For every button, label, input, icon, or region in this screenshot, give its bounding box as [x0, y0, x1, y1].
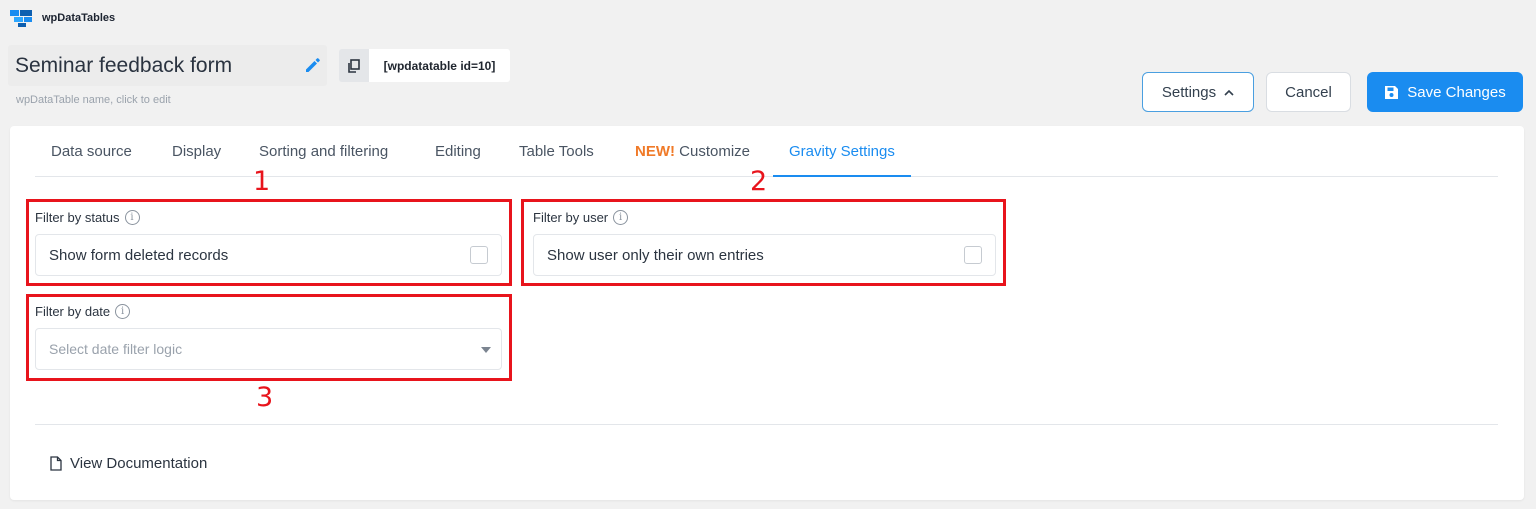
- tab-sorting-filtering[interactable]: Sorting and filtering: [259, 126, 388, 177]
- settings-button[interactable]: Settings: [1142, 72, 1254, 112]
- table-name-hint: wpDataTable name, click to edit: [16, 94, 171, 106]
- wpdatatables-logo-icon: [10, 10, 32, 27]
- view-documentation-label: View Documentation: [70, 455, 208, 472]
- copy-shortcode-button[interactable]: [339, 49, 369, 82]
- date-filter-placeholder: Select date filter logic: [49, 341, 183, 357]
- copy-icon: [348, 58, 360, 73]
- tab-data-source[interactable]: Data source: [51, 126, 132, 177]
- cancel-button[interactable]: Cancel: [1266, 72, 1351, 112]
- date-filter-select[interactable]: Select date filter logic: [35, 328, 502, 370]
- new-badge: NEW!: [635, 143, 675, 160]
- annotation-marker-1: 1: [253, 166, 271, 197]
- brand: wpDataTables: [10, 8, 115, 28]
- brand-name: wpDataTables: [42, 12, 116, 24]
- annotation-marker-3: 3: [256, 382, 274, 413]
- view-documentation-link[interactable]: View Documentation: [50, 455, 207, 472]
- settings-button-label: Settings: [1161, 83, 1217, 101]
- filter-by-user-label: Filter by user i: [533, 210, 629, 225]
- filter-by-status-label: Filter by status i: [35, 210, 140, 225]
- table-name[interactable]: Seminar feedback form: [15, 54, 232, 78]
- chevron-up-icon: [1224, 89, 1234, 96]
- caret-down-icon: [481, 347, 491, 353]
- cancel-button-label: Cancel: [1285, 83, 1332, 101]
- info-icon[interactable]: i: [124, 210, 140, 225]
- show-own-entries-label: Show user only their own entries: [547, 246, 764, 264]
- save-button-label: Save Changes: [1407, 83, 1506, 101]
- shortcode[interactable]: [wpdatatable id=10]: [369, 49, 510, 82]
- pencil-icon[interactable]: [303, 55, 323, 80]
- show-deleted-records-label: Show form deleted records: [49, 246, 229, 264]
- floppy-disk-icon: [1385, 85, 1399, 99]
- show-own-entries-field[interactable]: Show user only their own entries: [533, 234, 996, 276]
- table-name-field[interactable]: Seminar feedback form: [8, 45, 327, 86]
- tab-gravity-settings[interactable]: Gravity Settings: [773, 126, 911, 177]
- settings-panel: Data source Display Sorting and filterin…: [10, 126, 1524, 500]
- annotation-marker-2: 2: [750, 166, 768, 197]
- divider: [35, 424, 1498, 425]
- tab-customize[interactable]: NEW! Customize: [635, 126, 750, 177]
- show-deleted-records-checkbox[interactable]: [470, 246, 488, 264]
- document-icon: [50, 456, 62, 471]
- filter-by-date-label: Filter by date i: [35, 304, 131, 319]
- tab-editing[interactable]: Editing: [435, 126, 481, 177]
- tab-display[interactable]: Display: [172, 126, 221, 177]
- save-changes-button[interactable]: Save Changes: [1367, 72, 1523, 112]
- show-own-entries-checkbox[interactable]: [964, 246, 982, 264]
- info-icon[interactable]: i: [115, 304, 131, 319]
- tab-table-tools[interactable]: Table Tools: [519, 126, 594, 177]
- info-icon[interactable]: i: [613, 210, 629, 225]
- show-deleted-records-field[interactable]: Show form deleted records: [35, 234, 502, 276]
